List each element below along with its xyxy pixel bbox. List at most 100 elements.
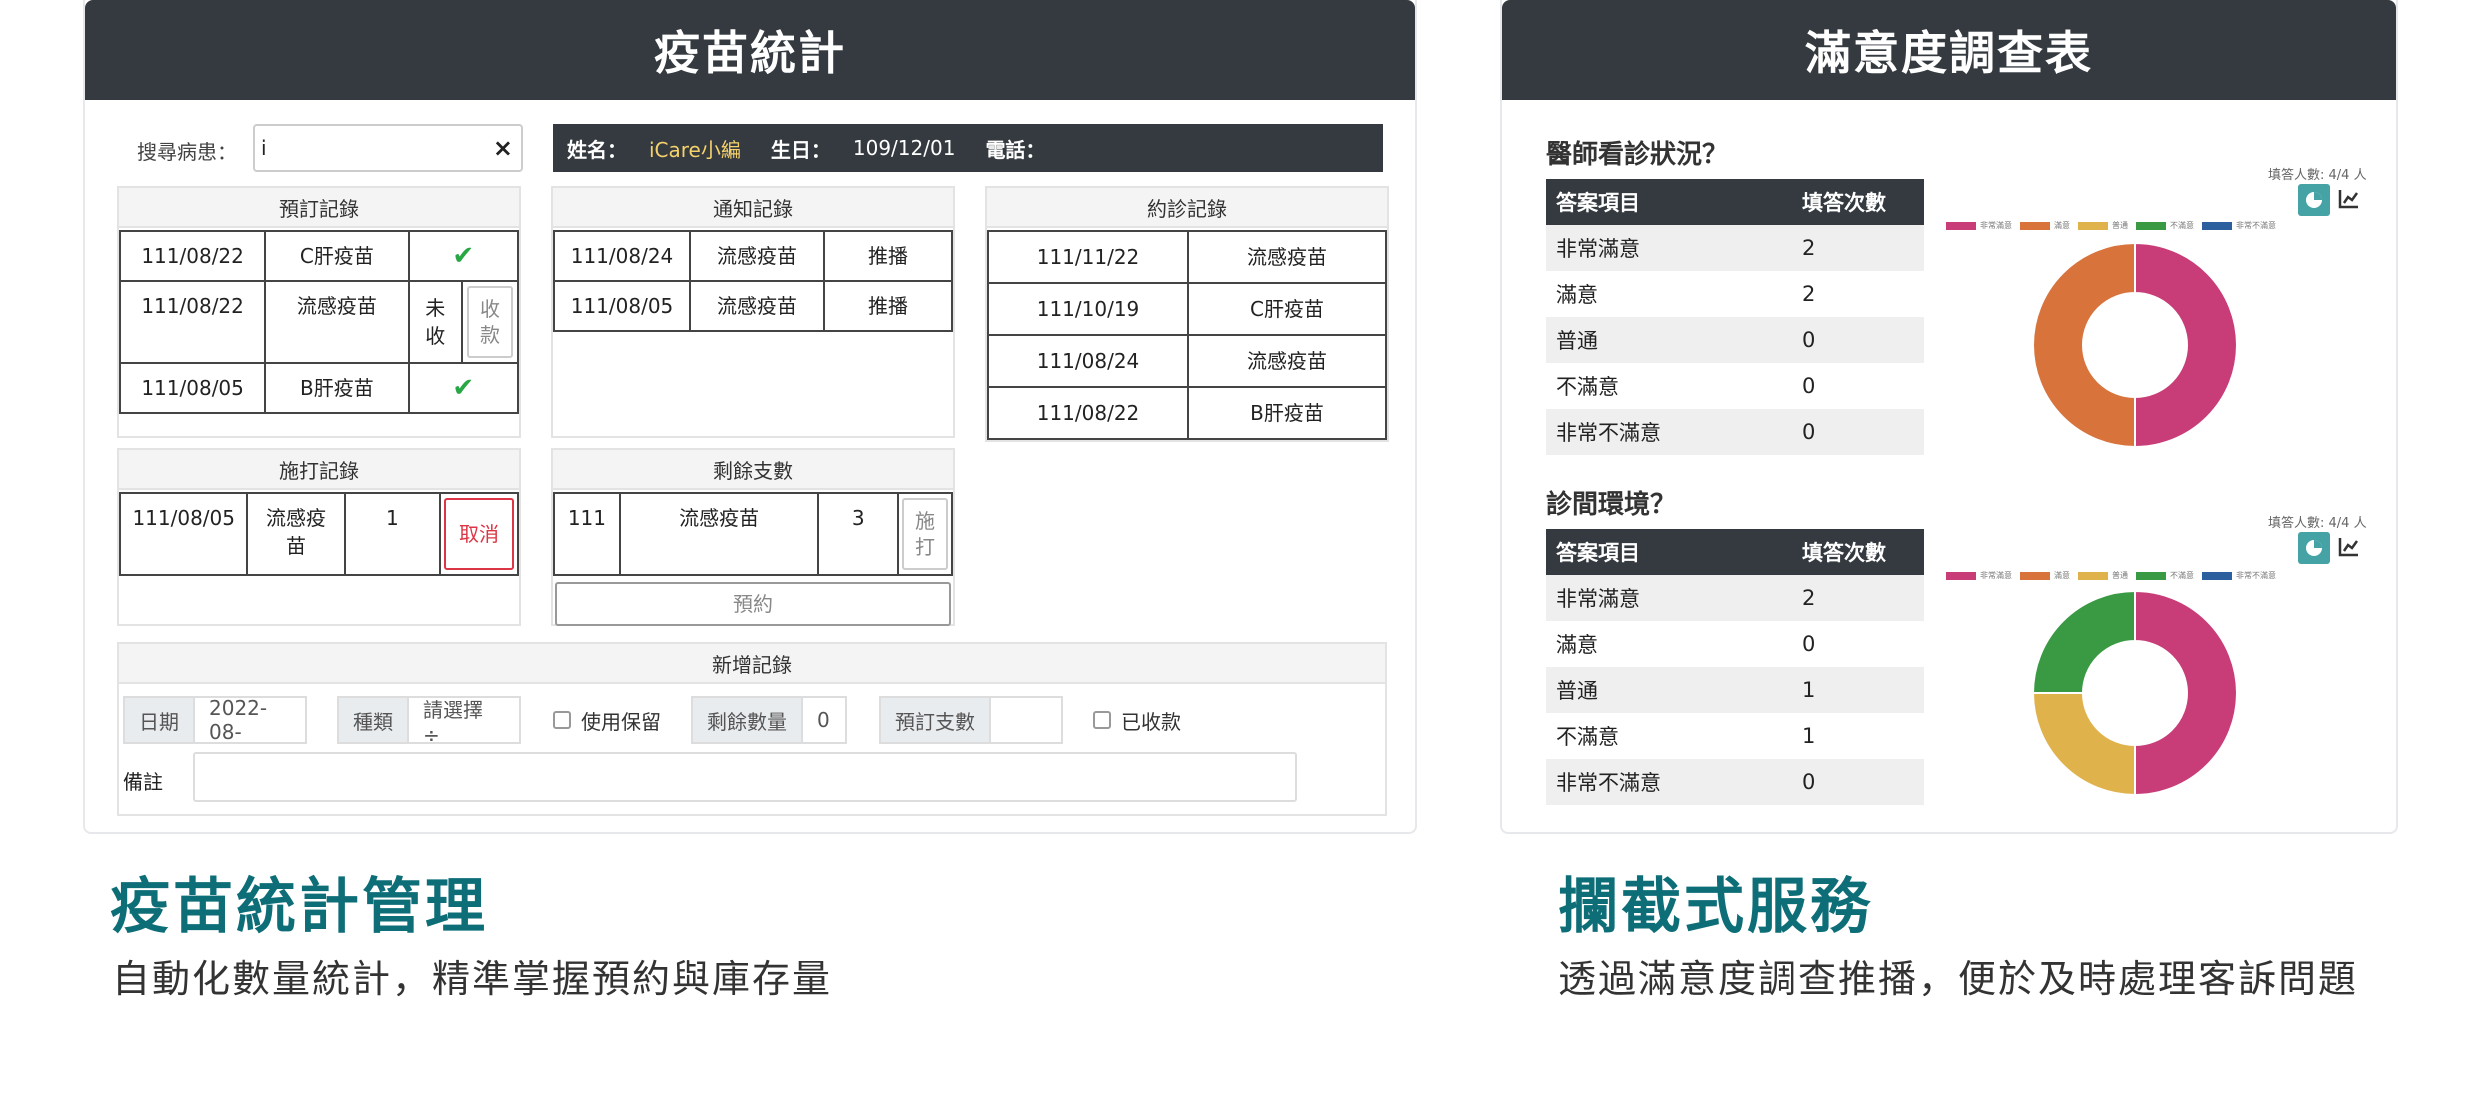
legend-label: 非常滿意 xyxy=(1980,221,2012,230)
survey-answer-table: 答案項目 填答次數 非常滿意 2 滿意 2 普通 0 不滿意 0 非常不滿意 0 xyxy=(1546,179,1924,455)
reservation-title: 預訂記錄 xyxy=(119,188,519,228)
survey-answer-table: 答案項目 填答次數 非常滿意 2 滿意 0 普通 1 不滿意 1 非常不滿意 0 xyxy=(1546,529,1924,805)
appointment-records: 約診記錄 111/11/22 流感疫苗 111/10/19 C肝疫苗 111/0… xyxy=(985,186,1389,442)
legend-item: 不滿意 xyxy=(2136,570,2194,581)
type-select[interactable]: 請選擇 ÷ xyxy=(409,696,521,747)
appointment-vaccine: C肝疫苗 xyxy=(1187,282,1387,336)
note-input[interactable] xyxy=(193,752,1297,802)
legend-item: 非常滿意 xyxy=(1946,570,2012,581)
reservation-records: 預訂記錄 111/08/22 C肝疫苗 ✔ 111/08/22 流感疫苗 未收 … xyxy=(117,186,521,438)
table-row: 非常滿意 2 xyxy=(1546,575,1924,621)
remaining-year: 111 xyxy=(553,492,621,576)
use-reserved-checkbox[interactable]: 使用保留 xyxy=(553,696,661,744)
legend-label: 非常不滿意 xyxy=(2236,571,2276,580)
notification-date: 111/08/24 xyxy=(553,230,691,282)
appointment-date: 111/08/24 xyxy=(987,334,1189,388)
answer-column-header: 答案項目 xyxy=(1546,179,1792,225)
legend-label: 普通 xyxy=(2112,571,2128,580)
answer-cell: 普通 xyxy=(1546,317,1792,363)
preorder-qty-input[interactable] xyxy=(991,696,1063,744)
line-chart-toggle-button[interactable] xyxy=(2336,534,2362,560)
injection-count: 1 xyxy=(343,492,442,576)
count-cell: 0 xyxy=(1792,409,1924,455)
table-row: 111/08/05 流感疫苗 推播 xyxy=(553,280,953,332)
satisfaction-survey-title: 滿意度調查表 xyxy=(1502,0,2396,100)
notification-vaccine: 流感疫苗 xyxy=(689,280,825,332)
answer-cell: 非常滿意 xyxy=(1546,225,1792,271)
donut-chart xyxy=(2032,241,2238,449)
injection-vaccine: 流感疫苗 xyxy=(246,492,346,576)
cancel-injection-button[interactable]: 取消 xyxy=(444,498,514,570)
paid-label: 已收款 xyxy=(1121,709,1181,734)
chart-legend: 非常滿意 滿意 普通 不滿意 非常不滿意 xyxy=(1946,220,2276,231)
count-cell: 1 xyxy=(1802,724,1816,748)
count-cell: 2 xyxy=(1792,575,1924,621)
patient-search-input[interactable]: i × xyxy=(253,124,523,172)
legend-swatch xyxy=(2020,571,2050,580)
pie-chart-icon xyxy=(2306,540,2322,556)
patient-info-bar: 姓名： iCare小編 生日： 109/12/01 電話： xyxy=(553,124,1383,172)
vaccine-stats-panel: 疫苗統計 搜尋病患： i × 姓名： iCare小編 生日： 109/12/01… xyxy=(83,0,1417,834)
checkbox-icon xyxy=(553,711,571,729)
inject-button[interactable]: 施打 xyxy=(902,498,948,570)
note-label: 備註 xyxy=(123,770,163,794)
count-cell: 0 xyxy=(1802,374,1816,398)
line-chart-icon xyxy=(2338,190,2359,209)
table-row: 111/08/22 C肝疫苗 ✔ xyxy=(118,230,519,282)
answer-cell: 不滿意 xyxy=(1556,725,1619,749)
donut-slice[interactable] xyxy=(2134,589,2238,797)
patient-search-value: i xyxy=(261,136,267,160)
legend-swatch xyxy=(2136,221,2166,230)
table-row: 111 流感疫苗 3 施打 xyxy=(553,492,953,576)
remaining-table: 111 流感疫苗 3 施打 xyxy=(553,492,953,576)
check-icon: ✔ xyxy=(407,230,519,282)
survey-question-title: 醫師看診狀況？ xyxy=(1546,140,1729,170)
appointment-date: 111/10/19 xyxy=(987,282,1189,336)
remaining-qty-input[interactable]: 0 xyxy=(803,696,847,744)
right-feature-heading: 攔截式服務 xyxy=(1558,872,1873,942)
donut-slice[interactable] xyxy=(2032,241,2136,449)
legend-item: 普通 xyxy=(2078,220,2128,231)
count-column-header: 填答次數 xyxy=(1792,529,1924,575)
check-icon: ✔ xyxy=(407,362,519,414)
type-label: 種類 xyxy=(337,696,409,744)
answer-cell: 非常不滿意 xyxy=(1546,759,1792,805)
table-row: 111/10/19 C肝疫苗 xyxy=(987,282,1387,336)
survey-question-1: 醫師看診狀況？ 答案項目 填答次數 非常滿意 2 滿意 2 普通 0 不滿意 0 非常不… xyxy=(1546,134,1924,455)
clear-icon[interactable]: × xyxy=(493,134,513,162)
patient-search-label: 搜尋病患： xyxy=(137,140,237,164)
legend-label: 非常滿意 xyxy=(1980,571,2012,580)
table-row: 非常不滿意 0 xyxy=(1546,759,1924,805)
donut-slice[interactable] xyxy=(2031,589,2136,694)
use-reserved-label: 使用保留 xyxy=(581,709,661,734)
collect-payment-button[interactable]: 收款 xyxy=(467,286,514,358)
paid-checkbox[interactable]: 已收款 xyxy=(1093,696,1181,744)
donut-slice[interactable] xyxy=(2031,692,2136,797)
line-chart-toggle-button[interactable] xyxy=(2336,186,2362,212)
table-row: 111/08/24 流感疫苗 xyxy=(987,334,1387,388)
table-row: 111/08/22 B肝疫苗 xyxy=(987,386,1387,440)
book-appointment-button[interactable]: 預約 xyxy=(555,582,951,626)
remaining-title: 剩餘支數 xyxy=(553,450,953,490)
donut-slice[interactable] xyxy=(2134,241,2238,449)
remaining-count: 3 xyxy=(817,492,899,576)
count-cell: 2 xyxy=(1792,225,1924,271)
pie-chart-toggle-button[interactable] xyxy=(2298,184,2330,216)
legend-label: 普通 xyxy=(2112,221,2128,230)
date-input[interactable]: 2022-08- xyxy=(195,696,307,744)
line-chart-icon xyxy=(2338,538,2359,557)
answer-cell: 滿意 xyxy=(1556,283,1598,307)
patient-name: iCare小編 xyxy=(649,137,741,162)
donut-chart xyxy=(2031,589,2238,797)
right-feature-subtitle: 透過滿意度調查推播，便於及時處理客訴問題 xyxy=(1558,957,2359,1001)
answer-cell: 非常滿意 xyxy=(1546,575,1792,621)
appointment-vaccine: 流感疫苗 xyxy=(1187,334,1387,388)
appointment-date: 111/08/22 xyxy=(987,386,1189,440)
survey-question-title: 診間環境？ xyxy=(1546,490,1677,520)
table-row: 111/08/05 B肝疫苗 ✔ xyxy=(118,362,519,414)
pie-chart-toggle-button[interactable] xyxy=(2298,532,2330,564)
table-row: 111/08/22 流感疫苗 未收 收款 xyxy=(118,280,519,364)
table-row: 非常不滿意 0 xyxy=(1546,409,1924,455)
table-row: 不滿意 0 xyxy=(1546,363,1924,409)
answer-column-header: 答案項目 xyxy=(1546,529,1792,575)
